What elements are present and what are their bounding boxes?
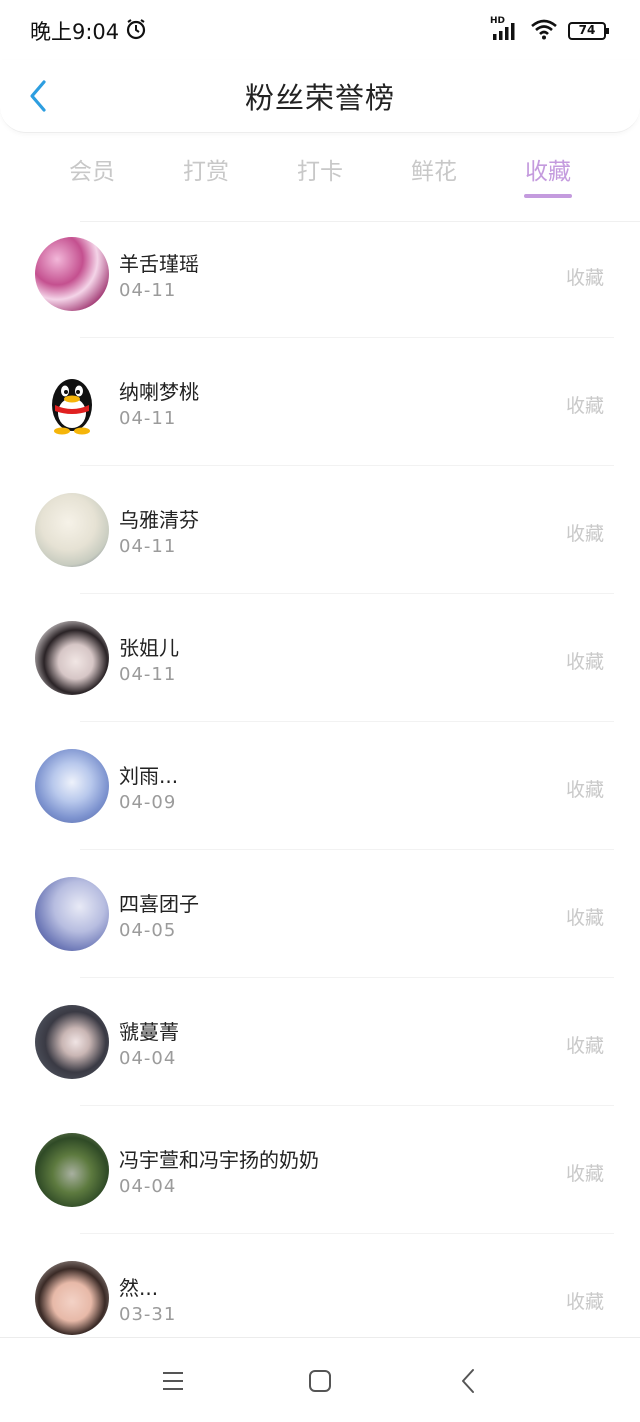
- list-item[interactable]: 冯宇萱和冯宇扬的奶奶 04-04 收藏: [0, 1106, 640, 1234]
- fan-action-label: 收藏: [565, 523, 604, 545]
- tab-tips[interactable]: 打赏: [149, 146, 263, 198]
- tab-label: 鲜花: [411, 159, 457, 185]
- fan-action-label: 收藏: [565, 395, 604, 417]
- battery-icon: 74: [568, 21, 610, 41]
- home-square-icon: [309, 1370, 331, 1392]
- fan-name: 刘雨...: [119, 764, 179, 788]
- fan-name: 纳喇梦桃: [119, 380, 199, 404]
- system-back-button[interactable]: [453, 1366, 483, 1396]
- status-right: HD 74: [490, 16, 610, 44]
- list-item[interactable]: 乌雅清芬 04-11 收藏: [0, 466, 640, 594]
- tab-checkin[interactable]: 打卡: [263, 146, 377, 198]
- fan-date: 04-09: [119, 792, 177, 813]
- avatar: [35, 1133, 109, 1207]
- list-item[interactable]: 四喜团子 04-05 收藏: [0, 850, 640, 978]
- fan-action-label: 收藏: [565, 1035, 604, 1057]
- list-item[interactable]: 刘雨... 04-09 收藏: [0, 722, 640, 850]
- fan-list: 羊舌瑾瑶 04-11 收藏 纳喇梦桃 04-11 收藏 乌雅清芬 04-11 收…: [0, 210, 640, 1362]
- tab-label: 打赏: [183, 159, 229, 185]
- alarm-icon: [125, 18, 147, 45]
- fan-name: 然...: [119, 1276, 159, 1300]
- list-item[interactable]: 虢蔓菁 04-04 收藏: [0, 978, 640, 1106]
- status-bar: 晚上9:04 HD 74: [0, 0, 640, 62]
- fan-action-label: 收藏: [565, 1163, 604, 1185]
- home-button[interactable]: [305, 1366, 335, 1396]
- fan-date: 04-05: [119, 920, 177, 941]
- system-nav-bar: [0, 1337, 640, 1422]
- fan-action-label: 收藏: [565, 267, 604, 289]
- avatar: [35, 237, 109, 311]
- active-tab-indicator: [524, 194, 572, 198]
- tab-label: 会员: [69, 159, 115, 185]
- menu-button[interactable]: [158, 1366, 188, 1396]
- chevron-left-icon: [30, 80, 46, 112]
- fan-name: 张姐儿: [119, 636, 179, 660]
- avatar: [35, 1005, 109, 1079]
- fan-action-label: 收藏: [565, 907, 604, 929]
- status-left: 晚上9:04: [30, 16, 147, 46]
- network-type-label: HD: [490, 16, 506, 26]
- list-item[interactable]: 张姐儿 04-11 收藏: [0, 594, 640, 722]
- header-bar: 粉丝荣誉榜: [0, 60, 640, 133]
- avatar: [35, 877, 109, 951]
- tab-members[interactable]: 会员: [35, 146, 149, 198]
- tab-label: 打卡: [297, 159, 343, 185]
- wifi-icon: [530, 18, 558, 44]
- fan-name: 羊舌瑾瑶: [119, 252, 199, 276]
- fan-date: 04-11: [119, 280, 177, 301]
- fan-date: 04-11: [119, 536, 177, 557]
- list-item[interactable]: 纳喇梦桃 04-11 收藏: [0, 338, 640, 466]
- fan-date: 04-11: [119, 408, 177, 429]
- status-time: 晚上9:04: [30, 20, 120, 44]
- penguin-icon: [52, 379, 92, 435]
- back-button[interactable]: [20, 76, 56, 116]
- tab-label: 收藏: [525, 159, 571, 185]
- back-arrow-icon: [462, 1369, 474, 1393]
- list-item[interactable]: 羊舌瑾瑶 04-11 收藏: [0, 210, 640, 338]
- avatar: [35, 493, 109, 567]
- avatar: [35, 621, 109, 695]
- fan-date: 04-04: [119, 1176, 177, 1197]
- fan-date: 04-04: [119, 1048, 177, 1069]
- fan-action-label: 收藏: [565, 779, 604, 801]
- fan-name: 虢蔓菁: [119, 1020, 179, 1044]
- fan-name: 冯宇萱和冯宇扬的奶奶: [119, 1148, 319, 1172]
- fan-date: 04-11: [119, 664, 177, 685]
- fan-action-label: 收藏: [565, 1291, 604, 1313]
- fan-name: 乌雅清芬: [119, 508, 199, 532]
- menu-icon: [163, 1372, 183, 1390]
- tab-bar: 会员 打赏 打卡 鲜花 收藏: [35, 146, 605, 204]
- page-title: 粉丝荣誉榜: [244, 81, 395, 115]
- fan-action-label: 收藏: [565, 651, 604, 673]
- signal-icon: HD: [490, 16, 520, 42]
- tab-flowers[interactable]: 鲜花: [377, 146, 491, 198]
- fan-date: 03-31: [119, 1304, 177, 1325]
- battery-level: 74: [578, 23, 596, 37]
- avatar: [35, 365, 109, 439]
- fan-name: 四喜团子: [119, 892, 199, 916]
- avatar: [35, 749, 109, 823]
- tab-favorites[interactable]: 收藏: [491, 146, 605, 198]
- avatar: [35, 1261, 109, 1335]
